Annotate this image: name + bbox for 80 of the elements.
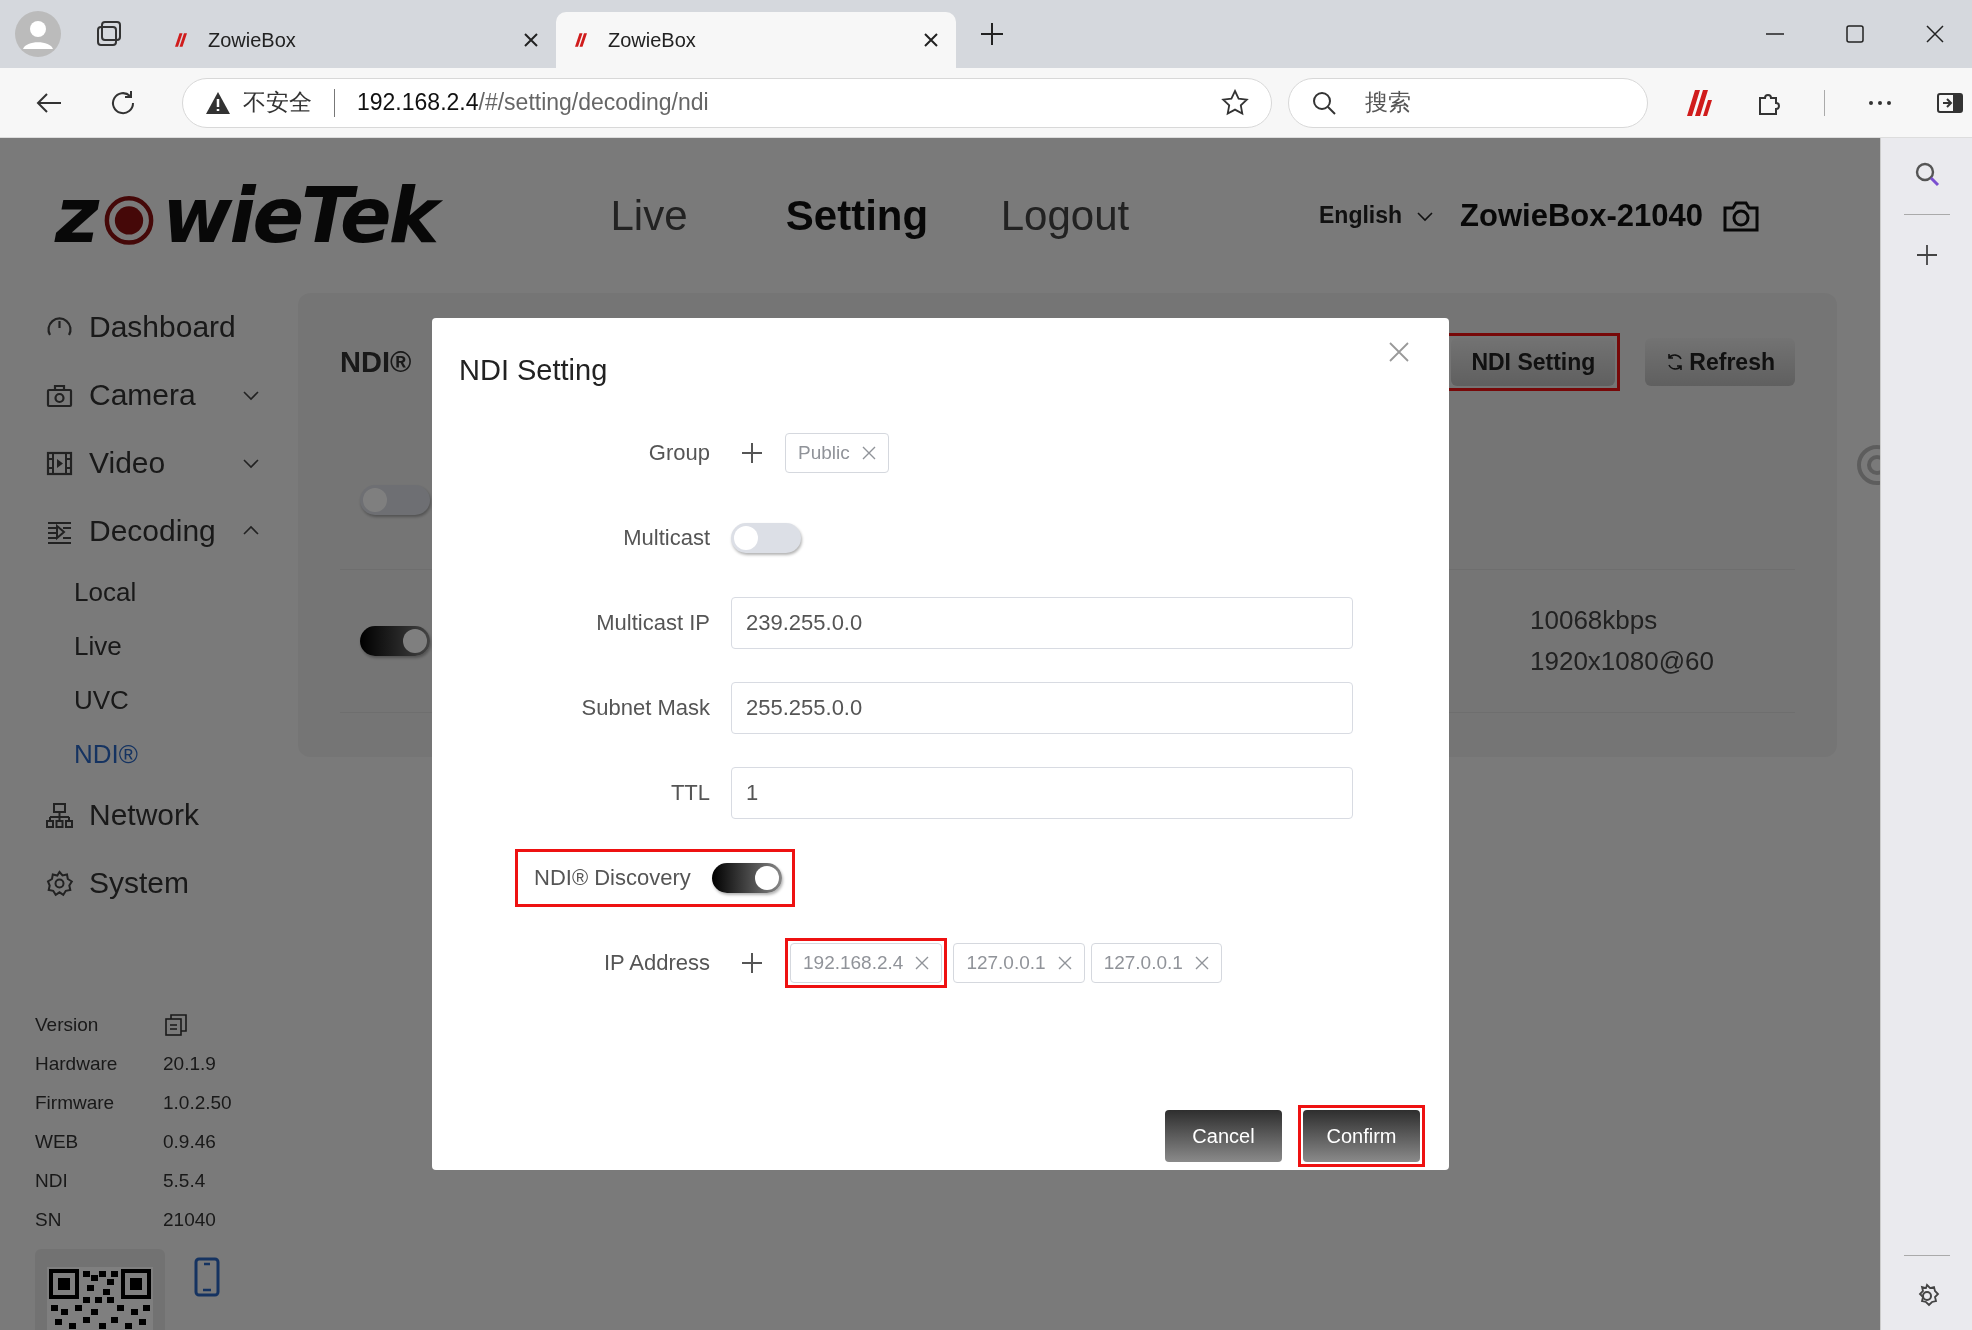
- toggle-switch[interactable]: [731, 522, 801, 553]
- version-label: Firmware: [35, 1091, 116, 1114]
- plus-icon[interactable]: [978, 20, 1006, 48]
- copy-icon[interactable]: [163, 1011, 189, 1038]
- tag[interactable]: 192.168.2.4: [790, 942, 943, 983]
- logo: z wieTek: [55, 168, 475, 263]
- refresh-button[interactable]: Refresh: [1645, 338, 1795, 386]
- field-label: Group: [647, 439, 711, 466]
- search-placeholder: 搜索: [1365, 88, 1411, 117]
- url-host: 192.168.2.4: [357, 89, 479, 116]
- qr-code[interactable]: [47, 1267, 153, 1330]
- dialog-title: NDI Setting: [459, 354, 608, 387]
- sidebar-item[interactable]: Dashboard: [45, 293, 260, 361]
- version-label: SN: [35, 1208, 63, 1231]
- field-label: Multicast: [622, 524, 711, 551]
- sidebar-subitem[interactable]: UVC: [45, 673, 129, 727]
- sidebar-item[interactable]: System: [45, 849, 260, 917]
- bitrate-text: 10068kbps: [1530, 604, 1659, 637]
- version-label: Hardware: [35, 1052, 119, 1075]
- tag[interactable]: 127.0.0.1: [1090, 942, 1222, 983]
- browser-tab[interactable]: ZowieBox: [156, 12, 556, 68]
- language-dropdown[interactable]: English: [1319, 202, 1435, 229]
- toggle-switch[interactable]: [360, 485, 430, 515]
- browser-tab[interactable]: ZowieBox: [556, 12, 956, 68]
- close-button[interactable]: [1387, 340, 1411, 364]
- security-warning: 不安全: [243, 88, 312, 117]
- stripes-logo-icon: [172, 31, 190, 49]
- sidebar-item[interactable]: Decoding: [45, 497, 260, 565]
- toggle-switch[interactable]: [711, 862, 782, 893]
- section-title: NDI®: [340, 345, 412, 379]
- cancel-button[interactable]: Cancel: [1165, 1110, 1282, 1162]
- field-label: TTL: [669, 779, 711, 806]
- device-name: ZowieBox-21040: [1460, 197, 1703, 234]
- setting-button[interactable]: NDI Setting: [1451, 338, 1616, 386]
- version-value: 5.5.4: [163, 1169, 206, 1192]
- version-value: 0.9.46: [163, 1130, 216, 1153]
- close-icon[interactable]: [1924, 23, 1946, 45]
- stripes-logo-icon: [572, 31, 590, 49]
- search-field[interactable]: 搜索: [1288, 77, 1648, 128]
- field-label: NDI® Discovery: [534, 864, 692, 891]
- phone-icon[interactable]: [193, 1257, 221, 1297]
- tag[interactable]: Public: [785, 432, 889, 473]
- sidebar-subitem[interactable]: Live: [45, 619, 122, 673]
- confirm-button[interactable]: Confirm: [1303, 1110, 1420, 1162]
- version-value: 20.1.9: [163, 1052, 216, 1075]
- url-path: /#/setting/decoding/ndi: [478, 89, 709, 116]
- sidebar-item[interactable]: Camera: [45, 361, 260, 429]
- settings-icon: [45, 868, 74, 898]
- sidebar-subitem[interactable]: Local: [45, 565, 137, 619]
- input-field[interactable]: 1: [731, 766, 1353, 819]
- search-icon: [1311, 89, 1337, 116]
- nav-link[interactable]: Setting: [753, 191, 961, 240]
- version-label: NDI: [35, 1169, 69, 1192]
- network-icon: [45, 800, 74, 830]
- sidebar-item[interactable]: Video: [45, 429, 260, 497]
- star-icon[interactable]: [1221, 88, 1249, 117]
- close-icon[interactable]: [522, 31, 540, 49]
- resolution-text: 1920x1080@60: [1530, 645, 1715, 678]
- sidebar-item[interactable]: Network: [45, 781, 260, 849]
- address-bar[interactable]: 不安全 192.168.2.4/#/setting/decoding/ndi: [182, 77, 1272, 128]
- field-label: Subnet Mask: [580, 694, 711, 721]
- input-field[interactable]: 239.255.0.0: [731, 596, 1353, 649]
- input-field[interactable]: 255.255.0.0: [731, 681, 1353, 734]
- version-heading: Version: [35, 1013, 100, 1036]
- close-icon[interactable]: [922, 31, 940, 49]
- version-value: 1.0.2.50: [163, 1091, 232, 1114]
- stripes-logo-icon[interactable]: [1684, 87, 1714, 118]
- tag[interactable]: 127.0.0.1: [953, 942, 1085, 983]
- plus-icon[interactable]: [741, 951, 763, 974]
- nav-link[interactable]: Live: [545, 191, 753, 240]
- nav-link[interactable]: Logout: [961, 191, 1169, 240]
- plus-icon[interactable]: [741, 441, 763, 464]
- sidebar-subitem[interactable]: NDI®: [45, 727, 138, 781]
- version-label: WEB: [35, 1130, 80, 1153]
- close-icon: [1387, 340, 1411, 364]
- maximize-icon[interactable]: [1844, 23, 1866, 45]
- field-label: Multicast IP: [595, 609, 711, 636]
- version-value: 21040: [163, 1208, 216, 1231]
- field-label: IP Address: [603, 949, 711, 976]
- toggle-switch[interactable]: [360, 626, 430, 656]
